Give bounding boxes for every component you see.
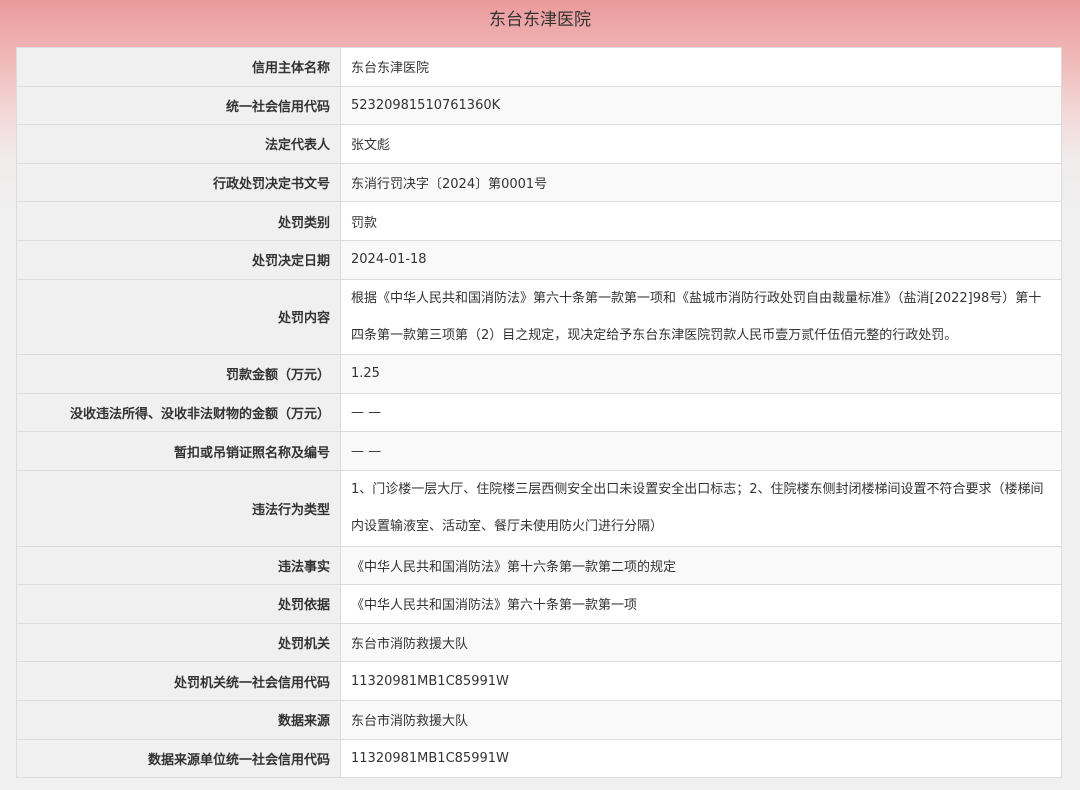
table-row: 处罚内容 根据《中华人民共和国消防法》第六十条第一款第一项和《盐城市消防行政处罚… — [16, 278, 1062, 356]
table-row: 法定代表人 张文彪 — [16, 124, 1062, 164]
table-row: 处罚机关统一社会信用代码 11320981MB1C85991W — [16, 661, 1062, 701]
row-label: 数据来源 — [16, 699, 341, 740]
table-row: 处罚依据 《中华人民共和国消防法》第六十条第一款第一项 — [16, 584, 1062, 624]
table-row: 行政处罚决定书文号 东消行罚决字〔2024〕第0001号 — [16, 162, 1062, 203]
table-row: 违法事实 《中华人民共和国消防法》第十六条第一款第二项的规定 — [16, 545, 1062, 586]
table-row: 暂扣或吊销证照名称及编号 — — — [16, 431, 1062, 471]
row-value: 11320981MB1C85991W — [340, 661, 1062, 701]
row-label: 没收违法所得、没收非法财物的金额（万元） — [16, 392, 341, 433]
row-label: 处罚内容 — [16, 278, 341, 356]
row-label: 处罚机关 — [16, 622, 341, 663]
row-value: 11320981MB1C85991W — [340, 738, 1062, 779]
table-row: 处罚类别 罚款 — [16, 201, 1062, 241]
row-label: 信用主体名称 — [16, 47, 341, 87]
table-row: 数据来源单位统一社会信用代码 11320981MB1C85991W — [16, 738, 1062, 779]
row-value: — — — [340, 392, 1062, 433]
row-value: 1、门诊楼一层大厅、住院楼三层西侧安全出口未设置安全出口标志；2、住院楼东侧封闭… — [340, 469, 1062, 547]
row-label: 暂扣或吊销证照名称及编号 — [16, 431, 341, 471]
row-value: — — — [340, 431, 1062, 471]
row-value: 张文彪 — [340, 124, 1062, 164]
table-row: 处罚决定日期 2024-01-18 — [16, 239, 1062, 280]
row-label: 罚款金额（万元） — [16, 354, 341, 394]
table-row: 罚款金额（万元） 1.25 — [16, 354, 1062, 394]
table-row: 数据来源 东台市消防救援大队 — [16, 699, 1062, 740]
row-value: 东台东津医院 — [340, 47, 1062, 87]
table-row: 统一社会信用代码 52320981510761360K — [16, 85, 1062, 126]
row-label: 处罚决定日期 — [16, 239, 341, 280]
row-label: 违法事实 — [16, 545, 341, 586]
page-title: 东台东津医院 — [489, 10, 591, 30]
row-label: 处罚机关统一社会信用代码 — [16, 661, 341, 701]
row-label: 数据来源单位统一社会信用代码 — [16, 738, 341, 779]
row-value: 东台市消防救援大队 — [340, 699, 1062, 740]
row-label: 法定代表人 — [16, 124, 341, 164]
row-value: 1.25 — [340, 354, 1062, 394]
table-row: 处罚机关 东台市消防救援大队 — [16, 622, 1062, 663]
row-value: 《中华人民共和国消防法》第十六条第一款第二项的规定 — [340, 545, 1062, 586]
row-value: 根据《中华人民共和国消防法》第六十条第一款第一项和《盐城市消防行政处罚自由裁量标… — [340, 278, 1062, 356]
row-label: 处罚依据 — [16, 584, 341, 624]
row-label: 处罚类别 — [16, 201, 341, 241]
row-value: 2024-01-18 — [340, 239, 1062, 280]
penalty-info-table: 信用主体名称 东台东津医院 统一社会信用代码 52320981510761360… — [16, 47, 1062, 779]
info-table: 信用主体名称 东台东津医院 统一社会信用代码 52320981510761360… — [16, 47, 1062, 779]
row-label: 行政处罚决定书文号 — [16, 162, 341, 203]
table-row: 没收违法所得、没收非法财物的金额（万元） — — — [16, 392, 1062, 433]
row-label: 违法行为类型 — [16, 469, 341, 547]
row-value: 东消行罚决字〔2024〕第0001号 — [340, 162, 1062, 203]
row-label: 统一社会信用代码 — [16, 85, 341, 126]
row-value: 罚款 — [340, 201, 1062, 241]
row-value: 《中华人民共和国消防法》第六十条第一款第一项 — [340, 584, 1062, 624]
table-row: 违法行为类型 1、门诊楼一层大厅、住院楼三层西侧安全出口未设置安全出口标志；2、… — [16, 469, 1062, 547]
row-value: 东台市消防救援大队 — [340, 622, 1062, 663]
table-row: 信用主体名称 东台东津医院 — [16, 47, 1062, 87]
row-value: 52320981510761360K — [340, 85, 1062, 126]
